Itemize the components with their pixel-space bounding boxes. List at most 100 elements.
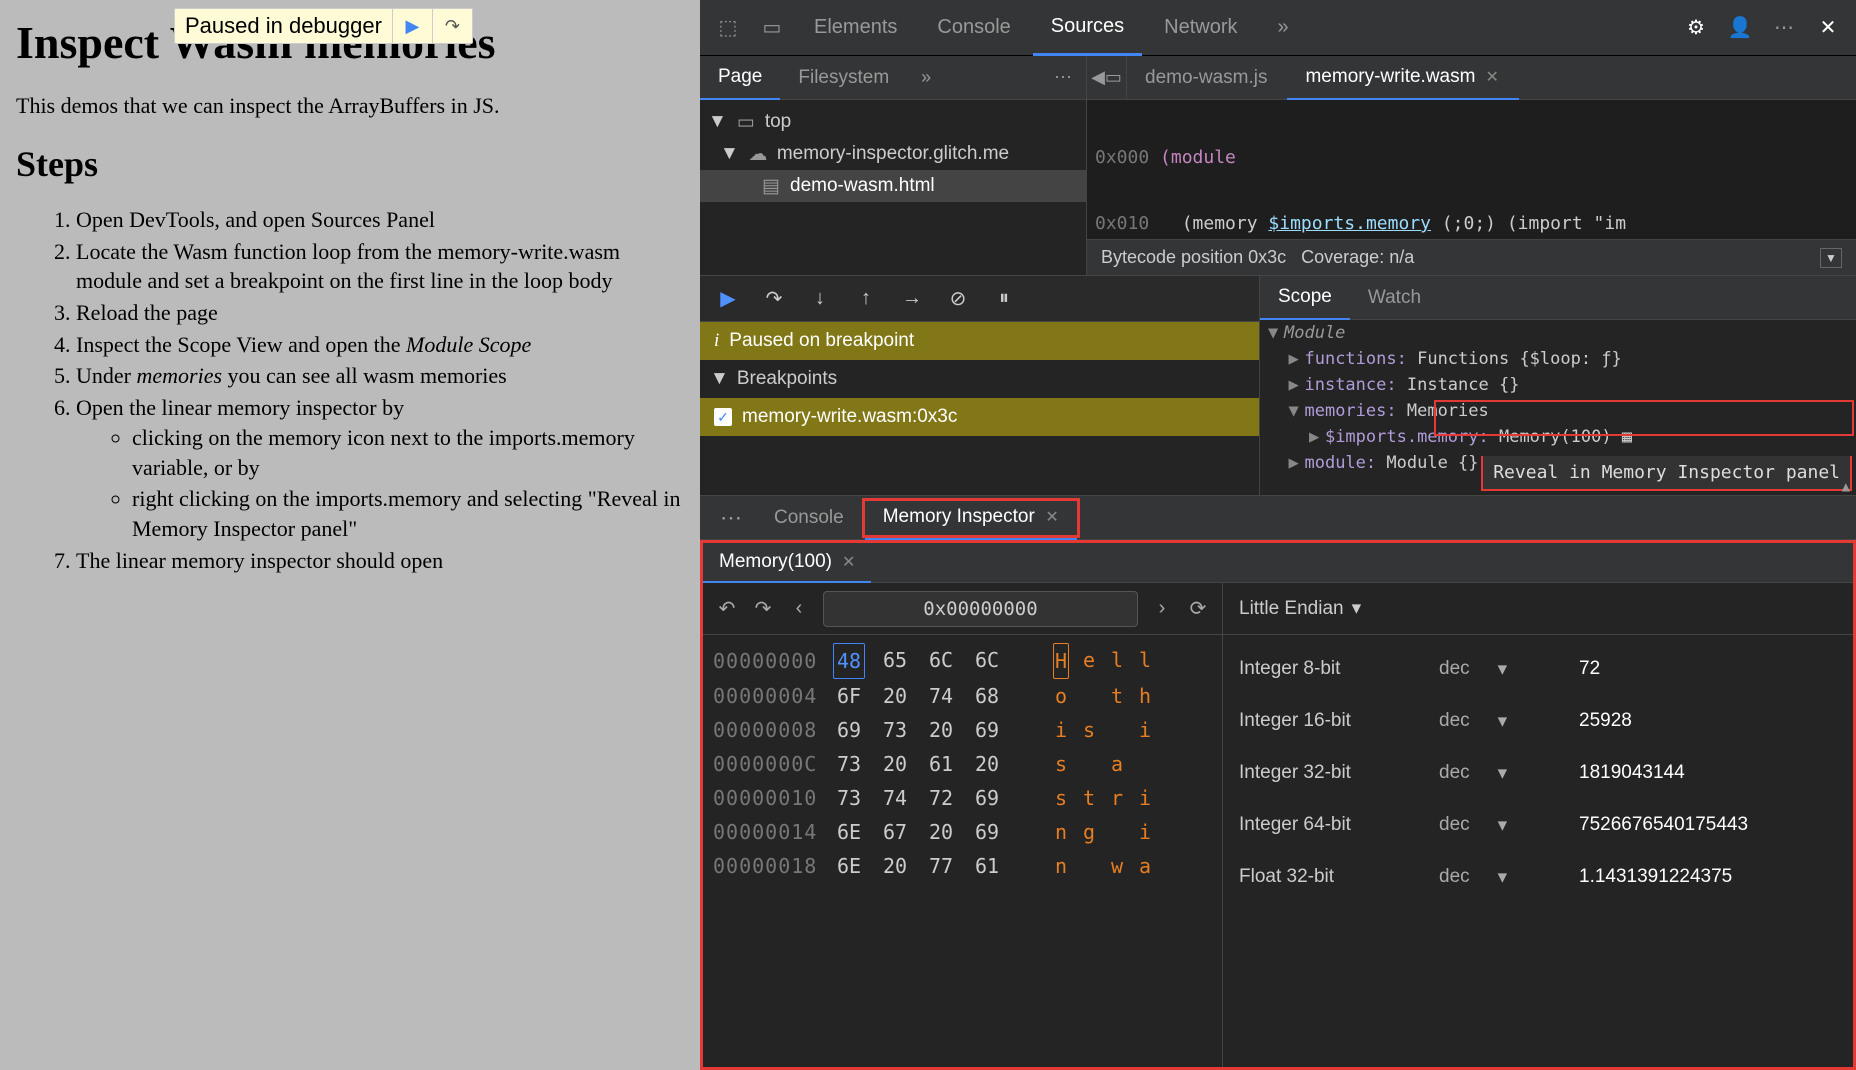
account-icon[interactable]: 👤 [1720,8,1760,48]
hex-viewer[interactable]: 0000000048656C6CHell000000046F207468o th… [703,635,1222,1067]
close-memtab-icon[interactable]: ✕ [842,552,855,572]
deactivate-bp-button[interactable]: ⊘ [944,286,972,311]
hex-byte[interactable]: 6F [833,679,865,713]
collapse-icon[interactable]: ▲ [1842,479,1850,495]
filetab-js[interactable]: demo-wasm.js [1127,56,1287,100]
hex-byte[interactable]: 74 [879,781,911,815]
memory-buffer-tab[interactable]: Memory(100)✕ [703,543,871,583]
endian-selector[interactable]: Little Endian ▾ [1223,583,1853,635]
step-over-button[interactable]: ↷ [760,286,788,311]
filetab-wasm[interactable]: memory-write.wasm✕ [1287,56,1518,100]
subtabs-overflow[interactable]: » [907,67,945,88]
tab-sources[interactable]: Sources [1033,0,1142,56]
drawer-memory[interactable]: Memory Inspector ✕ [865,496,1077,540]
hex-byte[interactable]: 20 [879,747,911,781]
hex-char[interactable]: a [1137,849,1153,883]
tree-file[interactable]: ▤demo-wasm.html [700,170,1086,202]
hex-byte[interactable]: 69 [971,815,1003,849]
hex-byte[interactable]: 67 [879,815,911,849]
hex-char[interactable]: o [1053,679,1069,713]
hex-char[interactable]: l [1137,643,1153,679]
subtab-filesystem[interactable]: Filesystem [780,56,907,100]
hex-byte[interactable]: 61 [971,849,1003,883]
more-icon[interactable]: ⋯ [1764,8,1804,48]
nav-back-icon[interactable]: ◀▭ [1087,56,1127,99]
hex-char[interactable] [1109,815,1125,849]
hex-char[interactable] [1081,747,1097,781]
breakpoints-section[interactable]: ▼ Breakpoints [700,360,1259,398]
close-icon[interactable]: ✕ [1808,8,1848,48]
hex-byte[interactable]: 73 [833,781,865,815]
hex-char[interactable] [1137,747,1153,781]
int-format-select[interactable]: dec▾ [1439,710,1579,733]
code-editor[interactable]: 0x000 (module 0x010 (memory $imports.mem… [1087,100,1856,239]
refresh-icon[interactable]: ⟳ [1186,596,1210,621]
device-icon[interactable]: ▭ [752,8,792,48]
hex-byte[interactable]: 73 [833,747,865,781]
hex-char[interactable]: i [1137,713,1153,747]
hex-char[interactable]: r [1109,781,1125,815]
gear-icon[interactable]: ⚙ [1676,8,1716,48]
hex-byte[interactable]: 20 [925,815,957,849]
int-format-select[interactable]: dec▾ [1439,762,1579,785]
hex-byte[interactable]: 61 [925,747,957,781]
hex-byte[interactable]: 69 [971,781,1003,815]
hex-byte[interactable]: 73 [879,713,911,747]
hex-byte[interactable]: 6C [971,643,1003,679]
scope-imports-memory[interactable]: ▶$imports.memory: Memory(100) ▦ [1268,424,1848,450]
tab-network[interactable]: Network [1146,0,1255,56]
tabs-overflow[interactable]: » [1260,0,1307,56]
hex-char[interactable]: i [1137,781,1153,815]
step-out-button[interactable]: ↑ [852,287,880,310]
hex-char[interactable] [1081,679,1097,713]
tab-elements[interactable]: Elements [796,0,915,56]
hex-byte[interactable]: 6E [833,815,865,849]
int-format-select[interactable]: dec▾ [1439,658,1579,681]
resume-button[interactable]: ▶ [714,286,742,311]
step-over-icon[interactable]: ↷ [432,9,472,43]
hex-byte[interactable]: 69 [833,713,865,747]
hex-char[interactable]: n [1053,849,1069,883]
next-page-icon[interactable]: › [1150,597,1174,620]
tab-watch[interactable]: Watch [1350,276,1439,320]
hex-byte[interactable]: 20 [879,849,911,883]
close-tab-icon[interactable]: ✕ [1485,67,1498,87]
hex-char[interactable]: t [1081,781,1097,815]
hex-byte[interactable]: 72 [925,781,957,815]
scope-memories[interactable]: ▼memories: Memories [1268,398,1848,424]
tab-console[interactable]: Console [919,0,1028,56]
inspect-icon[interactable]: ⬚ [708,8,748,48]
step-button[interactable]: → [898,287,926,310]
resume-icon[interactable]: ▶ [392,9,432,43]
hex-char[interactable]: l [1109,643,1125,679]
hex-byte[interactable]: 20 [971,747,1003,781]
undo-icon[interactable]: ↶ [715,596,739,621]
hex-byte[interactable]: 68 [971,679,1003,713]
hex-char[interactable]: h [1137,679,1153,713]
address-input[interactable] [823,591,1138,627]
int-format-select[interactable]: dec▾ [1439,866,1579,889]
close-drawer-tab-icon[interactable]: ✕ [1045,507,1058,527]
hex-char[interactable]: s [1053,747,1069,781]
hex-byte[interactable]: 20 [925,713,957,747]
hex-char[interactable]: g [1081,815,1097,849]
tree-domain[interactable]: ▼ ☁memory-inspector.glitch.me [700,138,1086,170]
hex-char[interactable] [1109,713,1125,747]
hex-char[interactable]: s [1053,781,1069,815]
scope-functions[interactable]: ▶functions: Functions {$loop: ƒ} [1268,346,1848,372]
hex-char[interactable]: n [1053,815,1069,849]
drawer-console[interactable]: Console [756,496,862,540]
prev-page-icon[interactable]: ‹ [787,597,811,620]
hex-char[interactable]: w [1109,849,1125,883]
breakpoint-item[interactable]: ✓memory-write.wasm:0x3c [700,398,1259,436]
hex-byte[interactable]: 6C [925,643,957,679]
hex-char[interactable]: a [1109,747,1125,781]
hex-char[interactable]: t [1109,679,1125,713]
status-toggle[interactable]: ▼ [1820,248,1842,268]
hex-char[interactable]: i [1137,815,1153,849]
subtab-page[interactable]: Page [700,56,780,100]
hex-byte[interactable]: 77 [925,849,957,883]
hex-byte[interactable]: 74 [925,679,957,713]
step-into-button[interactable]: ↓ [806,287,834,310]
drawer-more[interactable]: ⋯ [708,505,756,531]
